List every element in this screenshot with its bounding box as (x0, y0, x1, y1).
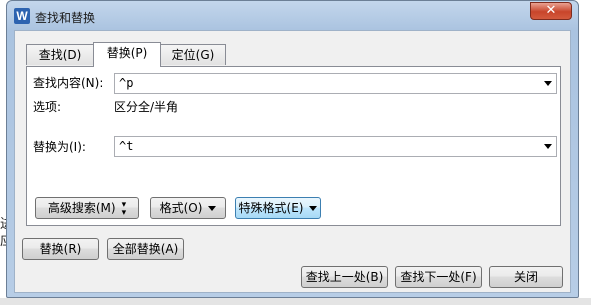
tab-replace[interactable]: 替换(P) (93, 42, 161, 67)
chevron-down-icon[interactable] (544, 81, 552, 86)
replace-with-value[interactable]: ^t (119, 139, 133, 153)
tab-find[interactable]: 查找(D) (26, 44, 94, 65)
options-label: 选项: (33, 100, 62, 114)
title-bar[interactable]: W 查找和替换 ✕ (7, 1, 578, 31)
dialog-title: 查找和替换 (35, 11, 96, 25)
replace-panel: 查找内容(N): ^p 选项: 区分全/半角 替换为(I): ^t 高级搜索(M… (26, 66, 561, 226)
replace-button[interactable]: 替换(R) (22, 238, 99, 260)
advanced-search-label: 高级搜索(M) (47, 201, 116, 215)
dialog-body: 查找(D) 替换(P) 定位(G) 查找内容(N): ^p 选项: 区分全/半角… (14, 30, 571, 293)
options-value: 区分全/半角 (114, 100, 179, 114)
find-what-label: 查找内容(N): (33, 76, 104, 90)
special-format-label: 特殊格式(E) (238, 201, 304, 215)
format-button[interactable]: 格式(O) (150, 197, 226, 219)
special-format-button[interactable]: 特殊格式(E) (235, 197, 321, 219)
find-previous-button[interactable]: 查找上一处(B) (301, 266, 388, 288)
chevron-down-icon (208, 206, 217, 211)
replace-with-label: 替换为(I): (33, 140, 86, 154)
close-icon[interactable]: ✕ (530, 2, 572, 20)
wps-writer-icon: W (14, 8, 30, 24)
chevron-down-icon[interactable] (544, 144, 552, 149)
find-next-button[interactable]: 查找下一处(F) (395, 266, 482, 288)
find-what-combobox[interactable]: ^p (114, 73, 557, 94)
format-label: 格式(O) (159, 201, 203, 215)
find-replace-dialog: W 查找和替换 ✕ 查找(D) 替换(P) 定位(G) 查找内容(N): ^p … (6, 0, 579, 298)
tab-goto[interactable]: 定位(G) (160, 44, 226, 65)
advanced-search-button[interactable]: 高级搜索(M) ▾ ▾ (35, 197, 139, 219)
document-background-bottom (0, 298, 591, 305)
close-button[interactable]: 关闭 (489, 266, 563, 288)
chevron-down-icon (309, 206, 318, 211)
replace-all-button[interactable]: 全部替换(A) (107, 238, 184, 260)
double-chevron-down-icon: ▾ ▾ (121, 199, 127, 218)
replace-with-combobox[interactable]: ^t (114, 136, 557, 157)
find-what-value[interactable]: ^p (119, 76, 133, 90)
